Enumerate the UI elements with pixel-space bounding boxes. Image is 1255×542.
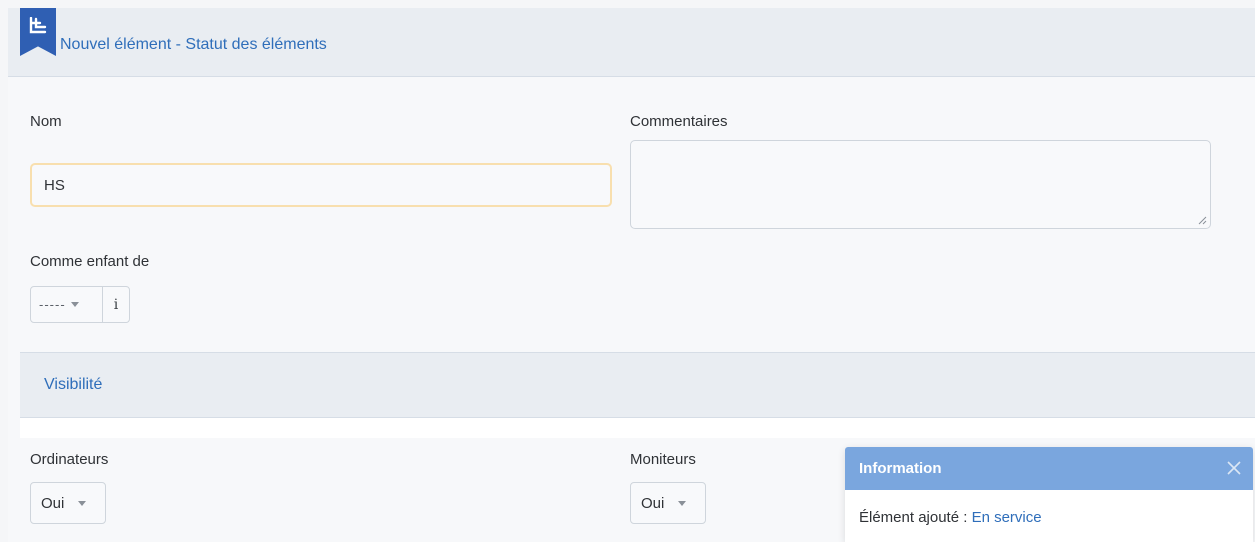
- parent-label: Comme enfant de: [30, 253, 150, 270]
- visibility-section-header: Visibilité: [20, 352, 1255, 418]
- chevron-down-icon: [78, 500, 87, 506]
- computers-select[interactable]: Oui: [30, 482, 106, 524]
- comments-field-wrapper: [630, 140, 1211, 229]
- computers-select-value: Oui: [41, 494, 65, 512]
- page: Nouvel élément - Statut des éléments Nom…: [0, 0, 1255, 542]
- computers-label: Ordinateurs: [30, 451, 109, 468]
- name-label: Nom: [30, 113, 62, 130]
- monitors-select[interactable]: Oui: [630, 482, 706, 524]
- close-icon[interactable]: [1225, 459, 1243, 477]
- name-input[interactable]: [30, 163, 612, 207]
- parent-select[interactable]: -----: [31, 287, 103, 322]
- monitors-select-value: Oui: [641, 494, 665, 512]
- form-header: Nouvel élément - Statut des éléments: [8, 8, 1255, 77]
- toast-header: Information: [845, 447, 1253, 490]
- visibility-title: Visibilité: [44, 376, 103, 393]
- comments-label: Commentaires: [630, 113, 728, 130]
- resize-grip-icon[interactable]: [1197, 215, 1207, 225]
- form-flag-icon: [20, 8, 56, 56]
- page-title: Nouvel élément - Statut des éléments: [60, 36, 327, 53]
- toast-message: Élément ajouté : En service: [859, 509, 1042, 526]
- parent-select-group: ----- i: [30, 286, 130, 323]
- monitors-label: Moniteurs: [630, 451, 696, 468]
- notification-toast: Information Élément ajouté : En service: [845, 447, 1253, 542]
- chevron-down-icon: [70, 302, 79, 307]
- toast-item-link[interactable]: En service: [972, 509, 1042, 526]
- toast-message-text: Élément ajouté :: [859, 509, 972, 526]
- comments-textarea[interactable]: [631, 141, 1210, 228]
- chevron-down-icon: [678, 500, 687, 506]
- section-divider: [20, 418, 1255, 438]
- parent-select-value: -----: [39, 297, 66, 312]
- toast-title: Information: [859, 460, 942, 477]
- info-icon[interactable]: i: [103, 287, 129, 322]
